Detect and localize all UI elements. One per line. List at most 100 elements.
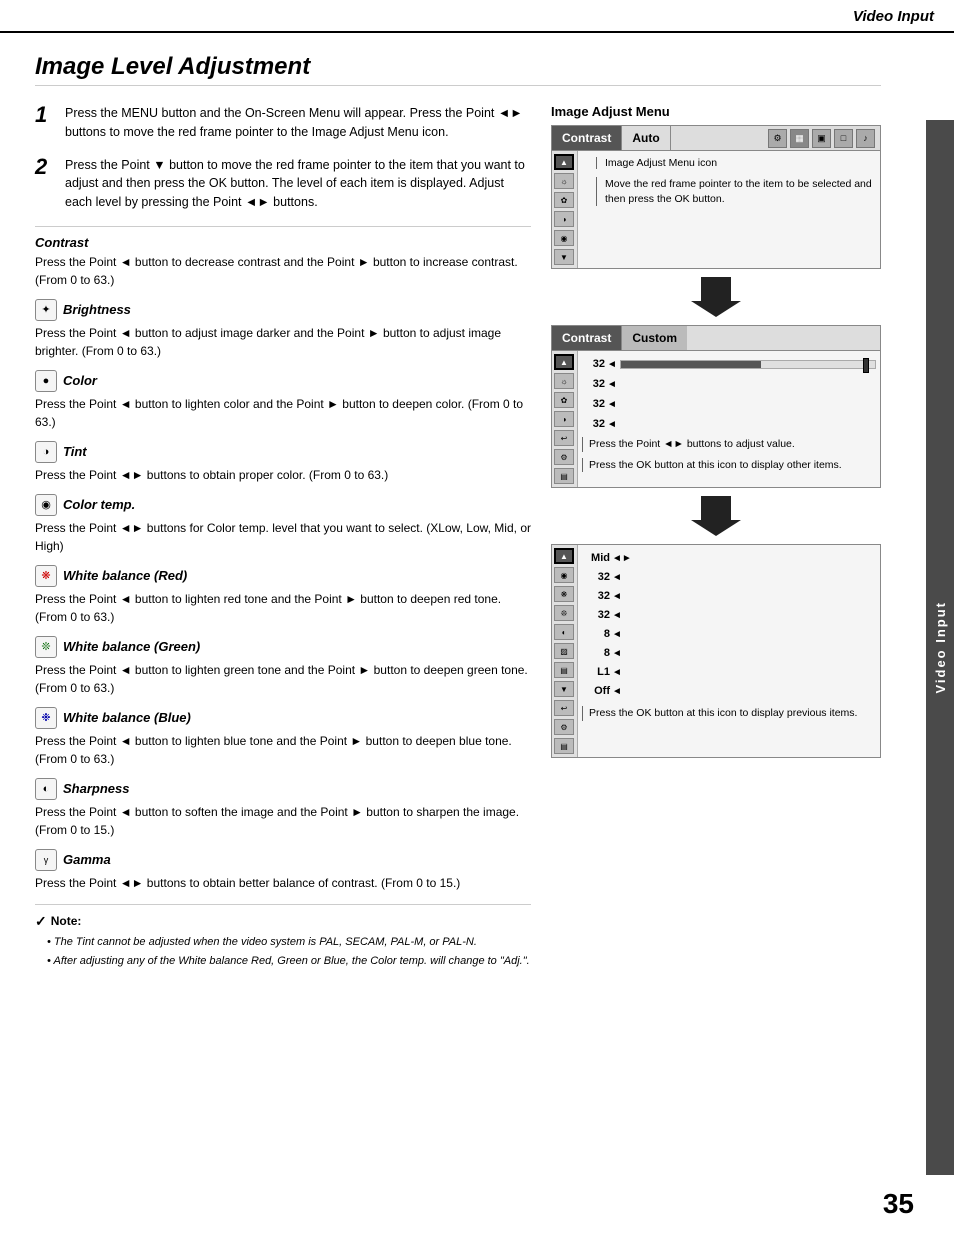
callout-5: Press the OK button at this icon to disp… bbox=[582, 706, 876, 721]
colortemp-icon: ◉ bbox=[35, 494, 57, 516]
row-b-32-3-val: 32 bbox=[582, 609, 612, 621]
diag3-icon-3: ❋ bbox=[554, 586, 574, 602]
section-gamma: γ Gamma Press the Point ◄► buttons to ob… bbox=[35, 849, 531, 892]
menu-icon-display: ▣ bbox=[812, 129, 831, 148]
menu-bar-2-custom: Custom bbox=[622, 326, 687, 350]
section-sharpness: ◐ Sharpness Press the Point ◄ button to … bbox=[35, 778, 531, 839]
row-mid-val: Mid bbox=[582, 552, 612, 564]
diag1-icon-2: ☼ bbox=[554, 173, 574, 189]
arrow-down-2 bbox=[551, 496, 881, 536]
section-tint: ◑ Tint Press the Point ◄► buttons to obt… bbox=[35, 441, 531, 484]
row-b-8-2-val: 8 bbox=[582, 647, 612, 659]
wb-green-icon: ❊ bbox=[35, 636, 57, 658]
row-b-8-2: 8 ◄ bbox=[582, 644, 876, 662]
menu-icon-box: □ bbox=[834, 129, 853, 148]
diagram-3-wrap: ▲ ◉ ❋ ❊ ◐ ▨ ▤ ▼ ↩ ⚙ ▤ bbox=[551, 544, 881, 758]
tint-icon: ◑ bbox=[35, 441, 57, 463]
section-gamma-title: Gamma bbox=[63, 852, 111, 867]
section-brightness-header: ✦ Brightness bbox=[35, 299, 531, 321]
row-mid-arrows: ◄► bbox=[612, 553, 632, 564]
section-sharpness-header: ◐ Sharpness bbox=[35, 778, 531, 800]
section-wb-blue-title: White balance (Blue) bbox=[63, 710, 191, 725]
wb-blue-icon: ❉ bbox=[35, 707, 57, 729]
section-gamma-header: γ Gamma bbox=[35, 849, 531, 871]
row-32-1: 32 ◄ bbox=[582, 355, 876, 373]
row-b-off: Off ◄ bbox=[582, 682, 876, 700]
note-item-2: After adjusting any of the White balance… bbox=[47, 953, 531, 970]
section-sharpness-body: Press the Point ◄ button to soften the i… bbox=[35, 803, 531, 839]
section-sharpness-title: Sharpness bbox=[63, 781, 129, 796]
gamma-icon: γ bbox=[35, 849, 57, 871]
section-brightness-body: Press the Point ◄ button to adjust image… bbox=[35, 324, 531, 360]
row-b-8-1-val: 8 bbox=[582, 628, 612, 640]
section-color-title: Color bbox=[63, 373, 97, 388]
main-content: Image Level Adjustment 1 Press the MENU … bbox=[0, 33, 926, 993]
section-brightness: ✦ Brightness Press the Point ◄ button to… bbox=[35, 299, 531, 360]
color-icon: ● bbox=[35, 370, 57, 392]
step-1-text: Press the MENU button and the On-Screen … bbox=[65, 104, 531, 142]
sharpness-icon: ◐ bbox=[35, 778, 57, 800]
row-b-off-arrows: ◄ bbox=[612, 686, 622, 697]
menu-bar-2: Contrast Custom bbox=[551, 325, 881, 351]
note-item-1: The Tint cannot be adjusted when the vid… bbox=[47, 934, 531, 951]
row-b-8-1: 8 ◄ bbox=[582, 625, 876, 643]
section-wb-red: ❋ White balance (Red) Press the Point ◄ … bbox=[35, 565, 531, 626]
row-32-4: 32 ◄ bbox=[582, 415, 876, 433]
row-2-val: 32 bbox=[582, 378, 607, 390]
menu-icon-settings: ⚙ bbox=[768, 129, 787, 148]
section-wb-red-header: ❋ White balance (Red) bbox=[35, 565, 531, 587]
menu-bar-1-auto: Auto bbox=[622, 126, 670, 150]
section-contrast-header: Contrast bbox=[35, 235, 531, 250]
diagram-1-sidebar: ▲ ☼ ✿ ◑ ◉ ▼ bbox=[552, 151, 578, 268]
header-title: Video Input bbox=[853, 8, 934, 25]
row-32-3: 32 ◄ bbox=[582, 395, 876, 413]
section-wb-green-header: ❊ White balance (Green) bbox=[35, 636, 531, 658]
diag3-icon-2: ◉ bbox=[554, 567, 574, 583]
section-wb-green: ❊ White balance (Green) Press the Point … bbox=[35, 636, 531, 697]
right-column: Image Adjust Menu Contrast Auto ⚙ ▦ ▣ □ … bbox=[551, 104, 881, 973]
diag2-icon-1: ▲ bbox=[554, 354, 574, 370]
diagram-3-main: Mid ◄► 32 ◄ 32 ◄ bbox=[578, 545, 880, 757]
section-tint-header: ◑ Tint bbox=[35, 441, 531, 463]
row-b-l1-arrows: ◄ bbox=[612, 667, 622, 678]
section-color-body: Press the Point ◄ button to lighten colo… bbox=[35, 395, 531, 431]
row-b-8-1-arrows: ◄ bbox=[612, 629, 622, 640]
diagram-2-panel: ▲ ☼ ✿ ◑ ↩ ⚙ ▤ 32 ◄ bbox=[551, 351, 881, 488]
section-colortemp-header: ◉ Color temp. bbox=[35, 494, 531, 516]
diagram-1-wrap: Contrast Auto ⚙ ▦ ▣ □ ♪ ▲ ☼ bbox=[551, 125, 881, 269]
diag2-icon-2: ☼ bbox=[554, 373, 574, 389]
diag3-icon-8: ▼ bbox=[554, 681, 574, 697]
row-b-32-2-val: 32 bbox=[582, 590, 612, 602]
diagram-title: Image Adjust Menu bbox=[551, 104, 881, 119]
step-2: 2 Press the Point ▼ button to move the r… bbox=[35, 156, 531, 212]
menu-icon-grid: ▦ bbox=[790, 129, 809, 148]
menu-icon-sound: ♪ bbox=[856, 129, 875, 148]
diag2-icon-4: ◑ bbox=[554, 411, 574, 427]
row-b-32-1-val: 32 bbox=[582, 571, 612, 583]
brightness-icon: ✦ bbox=[35, 299, 57, 321]
step-1: 1 Press the MENU button and the On-Scree… bbox=[35, 104, 531, 142]
wb-red-icon: ❋ bbox=[35, 565, 57, 587]
row-1-knob bbox=[863, 358, 869, 373]
section-wb-green-title: White balance (Green) bbox=[63, 639, 200, 654]
row-b-32-1-arrows: ◄ bbox=[612, 572, 622, 583]
diag3-icon-6: ▨ bbox=[554, 643, 574, 659]
diagram-2-main: 32 ◄ 32 ◄ bbox=[578, 351, 880, 487]
arrow-down-shape-2 bbox=[691, 496, 741, 536]
row-b-32-2: 32 ◄ bbox=[582, 587, 876, 605]
step-1-num: 1 bbox=[35, 104, 55, 142]
row-b-off-val: Off bbox=[582, 685, 612, 697]
row-b-32-1: 32 ◄ bbox=[582, 568, 876, 586]
diag2-icon-5: ↩ bbox=[554, 430, 574, 446]
section-gamma-body: Press the Point ◄► buttons to obtain bet… bbox=[35, 874, 531, 892]
section-colortemp-title: Color temp. bbox=[63, 497, 135, 512]
diagram-1-panel: ▲ ☼ ✿ ◑ ◉ ▼ Image Adjust Menu icon Move … bbox=[551, 151, 881, 269]
callout-1-text: Image Adjust Menu icon bbox=[596, 157, 872, 169]
page-title: Image Level Adjustment bbox=[35, 53, 881, 86]
row-b-32-3: 32 ◄ bbox=[582, 606, 876, 624]
row-1-bar bbox=[620, 360, 876, 369]
row-1-arrows: ◄ bbox=[607, 359, 617, 370]
diag3-icon-1: ▲ bbox=[554, 548, 574, 564]
arrow-down-1 bbox=[551, 277, 881, 317]
menu-bar-2-contrast: Contrast bbox=[552, 326, 622, 350]
